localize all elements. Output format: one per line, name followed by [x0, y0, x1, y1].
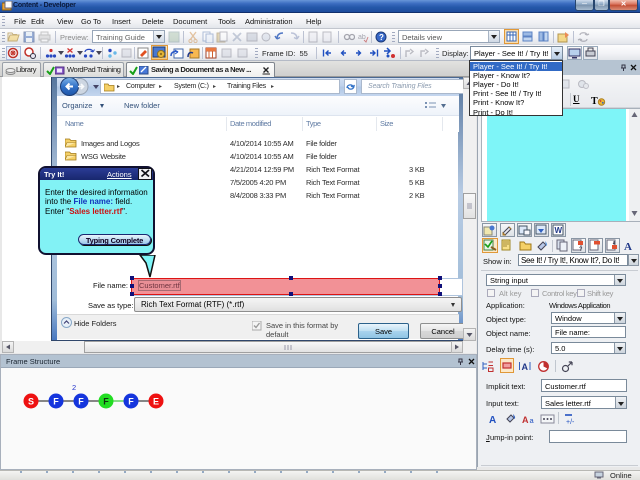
svg-text:a: a	[530, 416, 535, 425]
svg-text:ab: ab	[358, 34, 366, 41]
svg-text:A: A	[522, 362, 529, 372]
svg-text:A: A	[489, 415, 496, 425]
svg-text:F: F	[53, 397, 59, 407]
svg-text:W: W	[555, 226, 563, 235]
svg-text:F: F	[103, 397, 109, 407]
svg-text:F: F	[128, 397, 134, 407]
svg-text:?: ?	[579, 247, 583, 252]
svg-text:A: A	[624, 241, 632, 252]
svg-text:+/-: +/-	[566, 419, 575, 425]
svg-text:S: S	[28, 397, 34, 407]
svg-text:F: F	[78, 397, 84, 407]
svg-text:?: ?	[379, 33, 384, 42]
svg-text:E: E	[153, 397, 159, 407]
svg-text:T: T	[591, 96, 598, 107]
svg-text:2: 2	[72, 383, 76, 392]
svg-text:A: A	[522, 415, 529, 425]
